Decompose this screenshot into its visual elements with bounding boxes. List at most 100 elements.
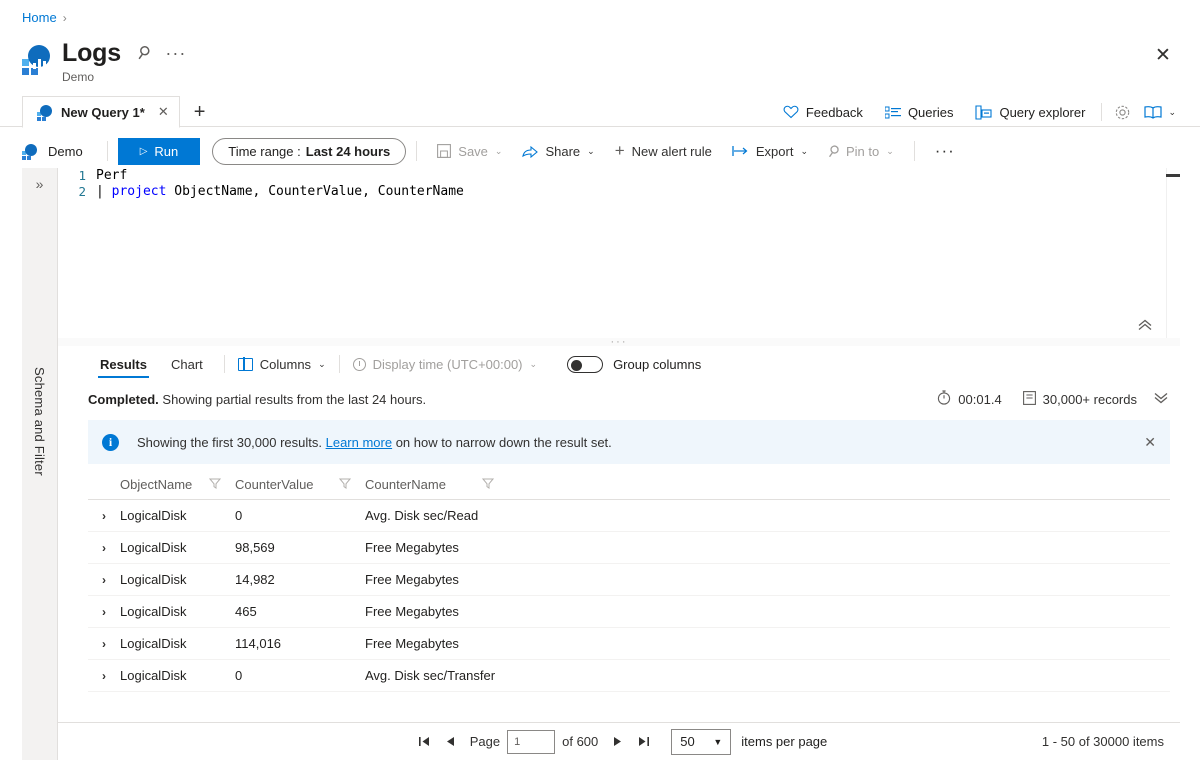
workspace-scope[interactable]: Demo	[22, 143, 97, 160]
column-header-objectname[interactable]: ObjectName	[120, 477, 235, 492]
cell-objectname: LogicalDisk	[120, 636, 187, 651]
row-expand-icon[interactable]: ›	[88, 605, 120, 619]
play-icon: ▷	[139, 145, 148, 157]
table-row[interactable]: › LogicalDisk 98,569 Free Megabytes	[88, 532, 1170, 564]
tab-chart[interactable]: Chart	[159, 346, 215, 382]
first-page-button[interactable]	[411, 729, 437, 755]
export-chevron-down-icon: ⌄	[800, 145, 808, 156]
page-size-select[interactable]: 50 ▼	[671, 728, 732, 755]
feedback-button[interactable]: Feedback	[772, 99, 874, 125]
collapse-editor-icon[interactable]	[1138, 318, 1152, 334]
save-chevron-down-icon: ⌄	[494, 145, 503, 156]
stopwatch-icon	[937, 390, 951, 408]
pin-icon[interactable]: ⚲	[132, 41, 154, 65]
queries-label: Queries	[907, 104, 954, 120]
column-header-countervalue[interactable]: CounterValue	[235, 477, 365, 492]
expand-rail-icon[interactable]: »	[36, 176, 44, 192]
columns-button[interactable]: Columns ⌄	[234, 357, 330, 372]
row-expand-icon[interactable]: ›	[88, 573, 120, 587]
editor-scroll-thumb[interactable]	[1166, 174, 1180, 177]
editor-scrollbar[interactable]	[1166, 168, 1180, 338]
export-icon	[732, 145, 749, 157]
breadcrumb-home[interactable]: Home	[22, 10, 57, 25]
table-row[interactable]: › LogicalDisk 114,016 Free Megabytes	[88, 628, 1170, 660]
row-expand-icon[interactable]: ›	[88, 541, 120, 555]
table-row[interactable]: › LogicalDisk 465 Free Megabytes	[88, 596, 1170, 628]
share-chevron-down-icon: ⌄	[587, 145, 595, 156]
columns-icon	[237, 357, 253, 371]
pin-to-button[interactable]: ⚲ Pin to ⌄	[818, 138, 904, 165]
row-expand-icon[interactable]: ›	[88, 637, 120, 651]
save-button[interactable]: Save ⌄	[427, 138, 512, 165]
run-button[interactable]: ▷ Run	[117, 137, 201, 165]
previous-page-button[interactable]	[437, 729, 463, 755]
columns-label: Columns	[259, 356, 312, 372]
help-chevron-down-icon: ⌄	[1168, 106, 1176, 117]
cell-countervalue: 114,016	[235, 636, 282, 651]
save-label: Save	[458, 143, 488, 159]
query-editor[interactable]: 1 2 Perf | project ObjectName, CounterVa…	[58, 168, 1180, 338]
column-header-label: ObjectName	[120, 477, 193, 492]
ellipsis-icon[interactable]: ···	[165, 44, 186, 62]
export-button[interactable]: Export ⌄	[722, 138, 818, 165]
tab-results[interactable]: Results	[88, 346, 159, 382]
editor-code[interactable]: Perf | project ObjectName, CounterValue,…	[96, 168, 1158, 200]
filter-funnel-icon[interactable]	[481, 478, 495, 492]
export-label: Export	[755, 143, 794, 159]
save-icon	[437, 144, 452, 158]
time-range-picker[interactable]: Time range : Last 24 hours	[212, 137, 407, 165]
query-explorer-icon	[975, 104, 993, 120]
results-grid: ObjectName CounterValue CounterName › Lo…	[88, 470, 1170, 692]
last-page-button[interactable]	[631, 729, 657, 755]
cell-objectname: LogicalDisk	[120, 540, 187, 555]
table-row[interactable]: › LogicalDisk 0 Avg. Disk sec/Transfer	[88, 660, 1170, 692]
schema-and-filter-label: Schema and Filter	[32, 367, 47, 476]
query-explorer-button[interactable]: Query explorer	[964, 99, 1096, 125]
share-button[interactable]: Share ⌄	[512, 138, 604, 165]
new-alert-rule-button[interactable]: + New alert rule	[605, 138, 722, 165]
close-blade-button[interactable]: ✕	[1148, 40, 1178, 70]
learn-more-link[interactable]: Learn more	[326, 435, 392, 450]
banner-close-icon[interactable]: ✕	[1144, 434, 1156, 451]
column-header-label: CounterValue	[235, 477, 314, 492]
table-row[interactable]: › LogicalDisk 14,982 Free Megabytes	[88, 564, 1170, 596]
line-number: 2	[78, 184, 86, 199]
filter-funnel-icon[interactable]	[338, 478, 352, 492]
banner-text-after: on how to narrow down the result set.	[392, 434, 612, 450]
divider	[416, 141, 418, 161]
row-expand-icon[interactable]: ›	[88, 669, 120, 683]
cell-countervalue: 98,569	[235, 540, 275, 555]
column-header-countername[interactable]: CounterName	[365, 477, 665, 492]
group-columns-toggle[interactable]	[567, 355, 604, 373]
next-page-button[interactable]	[605, 729, 631, 755]
pin-icon: ⚲	[823, 141, 843, 162]
add-tab-button[interactable]: +	[194, 97, 206, 127]
cell-countervalue: 465	[235, 604, 257, 619]
filter-funnel-icon[interactable]	[208, 478, 222, 492]
editor-columns-token: ObjectName, CounterValue, CounterName	[166, 184, 464, 199]
feedback-label: Feedback	[805, 104, 863, 120]
schema-filter-rail[interactable]: » Schema and Filter	[22, 168, 58, 738]
row-expand-icon[interactable]: ›	[88, 509, 120, 523]
gear-icon[interactable]	[1107, 99, 1138, 125]
table-row[interactable]: › LogicalDisk 0 Avg. Disk sec/Read	[88, 500, 1170, 532]
cell-objectname: LogicalDisk	[120, 572, 187, 587]
editor-keyword-token: project	[111, 184, 167, 199]
query-command-bar: Demo ▷ Run Time range : Last 24 hours Sa…	[22, 134, 1180, 168]
cell-countername: Free Megabytes	[365, 572, 459, 587]
page-input[interactable]	[507, 729, 556, 754]
expand-status-icon[interactable]	[1154, 392, 1168, 407]
tab-new-query-1[interactable]: New Query 1* ✕	[22, 96, 180, 128]
cell-countervalue: 0	[235, 668, 243, 683]
display-time-chevron-down-icon: ⌄	[529, 358, 538, 369]
pane-splitter[interactable]: ···	[58, 337, 1180, 348]
help-book-icon[interactable]: ⌄	[1138, 99, 1182, 125]
banner-text: Showing the first 30,000 results. Learn …	[137, 435, 612, 450]
query-explorer-label: Query explorer	[999, 104, 1086, 120]
page-label: Page	[469, 734, 501, 749]
columns-chevron-down-icon: ⌄	[318, 358, 326, 369]
overflow-menu-icon[interactable]: ···	[925, 142, 965, 159]
tab-close-icon[interactable]: ✕	[158, 104, 169, 120]
queries-button[interactable]: Queries	[874, 99, 965, 125]
time-range-label: Time range :	[228, 143, 301, 159]
